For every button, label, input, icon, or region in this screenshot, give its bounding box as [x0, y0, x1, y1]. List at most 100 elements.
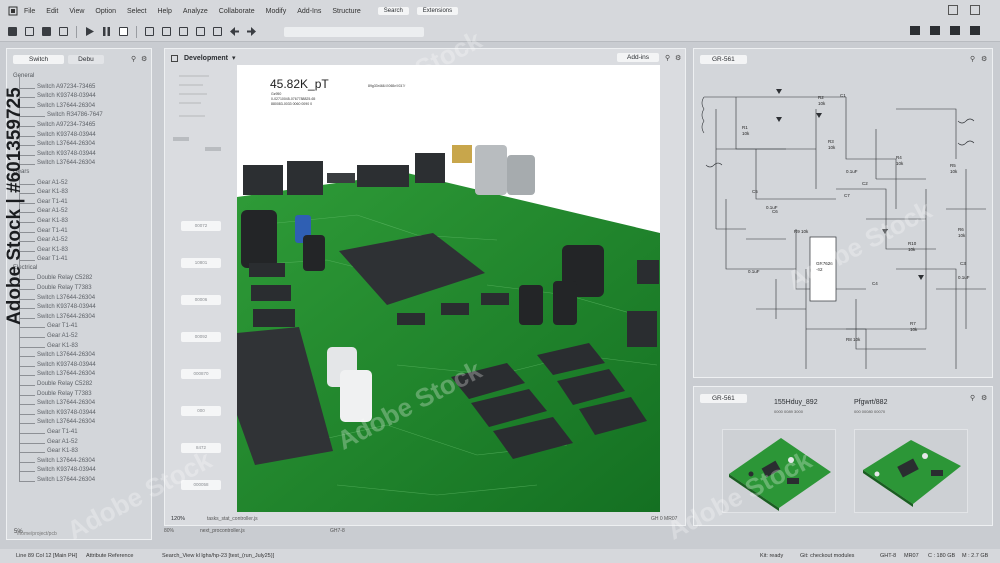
tab-switch[interactable]: Switch — [13, 54, 65, 64]
chevron-down-icon[interactable]: ▾ — [232, 54, 236, 62]
tree-item[interactable]: Switch L37644-26304 — [19, 476, 139, 486]
search-icon[interactable]: ⚲ — [970, 55, 975, 63]
side-button[interactable]: 10801 — [181, 258, 221, 268]
tab-debug[interactable]: Debu — [68, 54, 104, 64]
arrow-left-icon[interactable] — [230, 27, 239, 36]
print-icon[interactable] — [213, 27, 222, 36]
search-icon[interactable]: ⚲ — [131, 55, 136, 63]
status-reference[interactable]: Attribute Reference — [86, 553, 133, 559]
tree-item[interactable]: Switch R34786-7647 — [19, 111, 139, 121]
gear-icon[interactable]: ⚙ — [675, 54, 681, 62]
tree-item[interactable]: Switch L37644-26304 — [19, 399, 139, 409]
stop-icon[interactable] — [119, 27, 128, 36]
tree-item[interactable]: Switch L37644-26304 — [19, 294, 139, 304]
menu-analyze[interactable]: Analyze — [183, 8, 208, 15]
tree-item[interactable]: Double Relay C5282 — [19, 380, 139, 390]
export-icon[interactable] — [42, 27, 51, 36]
paste-icon[interactable] — [162, 27, 171, 36]
gear-icon[interactable]: ⚙ — [981, 55, 987, 63]
tree-item[interactable]: Switch L37644-26304 — [19, 140, 139, 150]
dock-icon[interactable] — [970, 26, 980, 35]
mini-zoom[interactable]: 80% — [164, 528, 174, 534]
tree-item[interactable]: Switch K93748-03944 — [19, 303, 139, 313]
tree-item[interactable]: Gear K1-83 — [19, 217, 139, 227]
extensions-button[interactable]: Extensions — [416, 7, 459, 15]
save-icon[interactable] — [8, 27, 17, 36]
tree-group-label[interactable]: Electrical — [13, 265, 133, 275]
tree-item[interactable]: Switch L37644-26304 — [19, 351, 139, 361]
tree-item[interactable]: Gear K1-83 — [19, 342, 139, 352]
tree-item[interactable]: Double Relay T7383 — [19, 390, 139, 400]
arrow-right-icon[interactable] — [247, 27, 256, 36]
menu-addins[interactable]: Add-Ins — [297, 8, 321, 15]
tree-item[interactable]: Switch L37644-26304 — [19, 102, 139, 112]
gear-icon[interactable]: ⚙ — [141, 55, 147, 63]
menu-option[interactable]: Option — [95, 8, 116, 15]
tree-item[interactable]: Gear A1-52 — [19, 236, 139, 246]
menu-select[interactable]: Select — [127, 8, 146, 15]
doc-zoom[interactable]: 120% — [171, 516, 185, 522]
tree-group-label[interactable]: General — [13, 73, 133, 83]
tree-item[interactable]: Switch L37644-26304 — [19, 418, 139, 428]
search-icon[interactable]: ⚲ — [665, 54, 670, 62]
tree-item[interactable]: Gear T1-41 — [19, 198, 139, 208]
pcb-render-canvas[interactable]: 45.82K_pT Gz950 0-02710045-0767788825-65… — [237, 65, 660, 512]
copy-icon[interactable] — [145, 27, 154, 36]
menu-structure[interactable]: Structure — [332, 8, 360, 15]
dock-icon[interactable] — [930, 26, 940, 35]
tree-item[interactable]: Switch K93748-03944 — [19, 150, 139, 160]
play-icon[interactable] — [85, 27, 94, 36]
tree-item[interactable]: Switch L37644-26304 — [19, 370, 139, 380]
preview-card[interactable] — [854, 429, 968, 513]
command-input[interactable] — [284, 26, 424, 37]
menu-view[interactable]: View — [69, 8, 84, 15]
tree-item[interactable]: Gear T1-41 — [19, 428, 139, 438]
side-button[interactable]: 00006 — [181, 295, 221, 305]
tree-item[interactable]: Switch K93748-03944 — [19, 92, 139, 102]
search-button[interactable]: Search — [377, 7, 409, 15]
search-icon[interactable]: ⚲ — [970, 394, 975, 402]
tree-group-label[interactable]: Gears — [13, 169, 133, 179]
menu-modify[interactable]: Modify — [266, 8, 287, 15]
maximize-window-icon[interactable] — [970, 5, 980, 15]
side-button[interactable]: 000870 — [181, 369, 221, 379]
tree-item[interactable]: Switch L37644-26304 — [19, 457, 139, 467]
dock-icon[interactable] — [950, 26, 960, 35]
tree-item[interactable]: Gear A1-52 — [19, 207, 139, 217]
menu-edit[interactable]: Edit — [46, 8, 58, 15]
tree-item[interactable]: Switch A97234-73465 — [19, 83, 139, 93]
side-button[interactable]: 000058 — [181, 480, 221, 490]
tree-item[interactable]: Double Relay C5282 — [19, 274, 139, 284]
tree-item[interactable]: Switch K93748-03944 — [19, 361, 139, 371]
tree-item[interactable]: Switch K93748-03944 — [19, 466, 139, 476]
pause-icon[interactable] — [102, 27, 111, 36]
dock-icon[interactable] — [910, 26, 920, 35]
tree-item[interactable]: Double Relay T7383 — [19, 284, 139, 294]
layers-icon[interactable] — [196, 27, 205, 36]
gear-icon[interactable]: ⚙ — [981, 394, 987, 402]
tree-item[interactable]: Gear K1-83 — [19, 188, 139, 198]
menu-file[interactable]: File — [24, 8, 35, 15]
addins-button[interactable]: Add-ins — [617, 53, 660, 62]
tab-preview[interactable]: GR-561 — [700, 393, 747, 403]
duplicate-icon[interactable] — [179, 27, 188, 36]
tree-item[interactable]: Gear T1-41 — [19, 322, 139, 332]
tree-item[interactable]: Switch L37644-26304 — [19, 313, 139, 323]
side-button[interactable]: 000 — [181, 406, 221, 416]
tab-schematic[interactable]: GR-561 — [700, 54, 747, 64]
menu-help[interactable]: Help — [157, 8, 171, 15]
tree-item[interactable]: Gear A1-52 — [19, 179, 139, 189]
tree-item[interactable]: Gear K1-83 — [19, 246, 139, 256]
side-button[interactable]: 00092 — [181, 332, 221, 342]
side-button[interactable]: 00072 — [181, 221, 221, 231]
settings-icon[interactable] — [59, 27, 68, 36]
tree-item[interactable]: Gear A1-52 — [19, 438, 139, 448]
tree-item[interactable]: Gear T1-41 — [19, 227, 139, 237]
tree-item[interactable]: Gear T1-41 — [19, 255, 139, 265]
tree-item[interactable]: Switch L37644-26304 — [19, 159, 139, 169]
status-git[interactable]: Git: checkout modules — [800, 553, 854, 559]
tree-item[interactable]: Gear A1-52 — [19, 332, 139, 342]
tree-item[interactable]: Switch K93748-03944 — [19, 131, 139, 141]
tree-item[interactable]: Gear K1-83 — [19, 447, 139, 457]
menu-collaborate[interactable]: Collaborate — [219, 8, 255, 15]
